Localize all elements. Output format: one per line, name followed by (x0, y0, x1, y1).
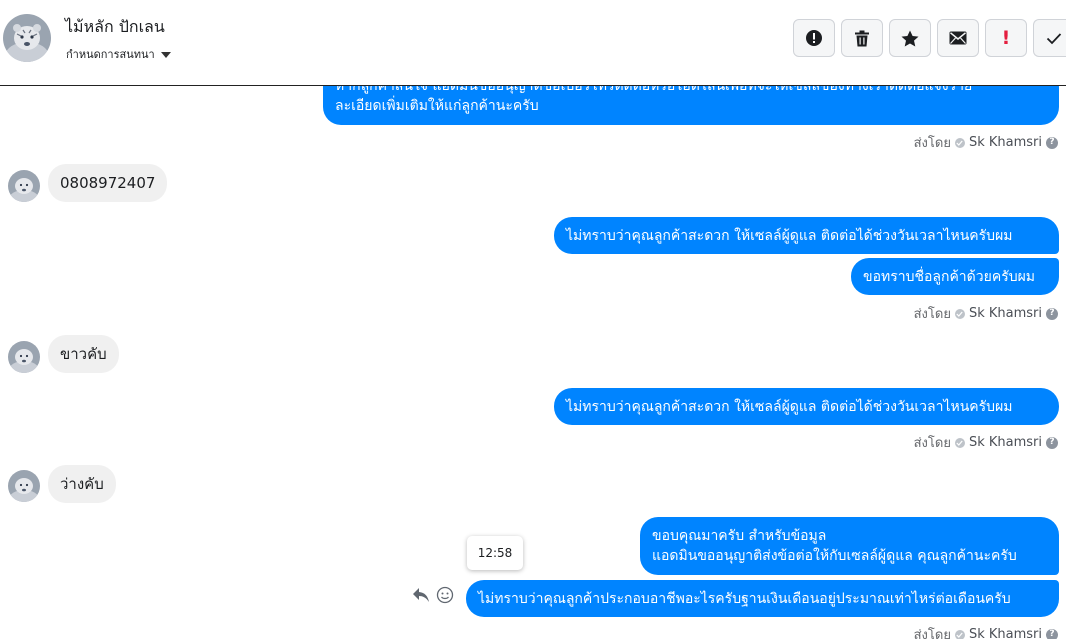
verified-check-icon (954, 629, 965, 639)
report-button[interactable] (793, 19, 835, 57)
message-line: แอดมินขออนุญาติส่งข้อต่อให้กับเซลล์ผู้ดู… (652, 548, 1017, 564)
contact-avatar-small[interactable] (8, 341, 40, 373)
sent-by-label: ส่งโดย Sk Khamsri ? (914, 624, 1058, 639)
message-line: ละเอียดเพิ่มเติมให้แก่ลูกค้านะครับ (335, 98, 539, 114)
agent-name[interactable]: Sk Khamsri (969, 135, 1042, 150)
timestamp-tooltip: 12:58 (467, 536, 523, 570)
sent-by-label: ส่งโดย Sk Khamsri ? (914, 432, 1058, 453)
sent-by-prefix: ส่งโดย (913, 136, 951, 151)
inbox-conversation-view: ไม้หลัก ปักเลน กำหนดการสนทนา ! หากลูกค้า… (0, 0, 1066, 639)
envelope-icon (949, 31, 967, 45)
agent-name[interactable]: Sk Khamsri (969, 306, 1042, 321)
agent-name[interactable]: Sk Khamsri (969, 435, 1042, 450)
outgoing-message[interactable]: ขอบคุณมาครับ สำหรับข้อมูล แอดมินขออนุญาต… (640, 517, 1059, 575)
agent-name[interactable]: Sk Khamsri (969, 627, 1042, 639)
conversation-header: ไม้หลัก ปักเลน กำหนดการสนทนา ! (0, 0, 1066, 86)
mark-unread-button[interactable] (937, 19, 979, 57)
contact-avatar-small[interactable] (8, 170, 40, 202)
delete-button[interactable] (841, 19, 883, 57)
outgoing-message[interactable]: ไม่ทราบว่าคุณลูกค้าสะดวก ให้เซลล์ผู้ดูแล… (554, 388, 1059, 425)
conversation-toolbar: ! (793, 19, 1066, 57)
sent-by-label: ส่งโดย Sk Khamsri ? (914, 132, 1058, 153)
help-icon[interactable]: ? (1046, 307, 1058, 320)
spam-button[interactable]: ! (985, 19, 1027, 57)
outgoing-message[interactable]: หากลูกค้าสนใจ แอดมินขออนุญาตขอเบอร์โทรติ… (323, 86, 1059, 125)
sent-by-prefix: ส่งโดย (913, 307, 951, 322)
checkmark-icon (1046, 32, 1062, 45)
contact-avatar-small[interactable] (8, 470, 40, 502)
chevron-down-icon (160, 51, 171, 58)
message-line: หากลูกค้าสนใจ แอดมินขออนุญาตขอเบอร์โทรติ… (335, 86, 973, 94)
conversation-label-dropdown[interactable]: กำหนดการสนทนา (66, 45, 171, 63)
message-hover-actions (412, 586, 454, 604)
help-icon[interactable]: ? (1046, 628, 1058, 639)
help-icon[interactable]: ? (1046, 136, 1058, 149)
incoming-message[interactable]: ว่างคับ (48, 465, 116, 503)
contact-avatar[interactable] (3, 14, 51, 62)
trash-icon (854, 30, 870, 47)
outgoing-message[interactable]: ขอทราบชื่อลูกค้าด้วยครับผม (851, 258, 1059, 295)
contact-name[interactable]: ไม้หลัก ปักเลน (65, 15, 165, 40)
mark-done-button[interactable] (1033, 19, 1066, 57)
outgoing-message[interactable]: ไม่ทราบว่าคุณลูกค้าประกอบอาชีพอะไรครับฐา… (466, 580, 1059, 617)
emoji-reaction-icon[interactable] (436, 586, 454, 604)
sent-by-prefix: ส่งโดย (913, 436, 951, 451)
star-icon (901, 30, 919, 47)
sent-by-label: ส่งโดย Sk Khamsri ? (914, 303, 1058, 324)
exclamation-icon: ! (1001, 26, 1011, 49)
verified-check-icon (954, 308, 965, 319)
verified-check-icon (954, 437, 965, 448)
message-line: ขอบคุณมาครับ สำหรับข้อมูล (652, 528, 827, 544)
alert-circle-icon (805, 29, 823, 47)
star-button[interactable] (889, 19, 931, 57)
help-icon[interactable]: ? (1046, 436, 1058, 449)
incoming-message[interactable]: ขาวคับ (48, 335, 119, 373)
sent-by-prefix: ส่งโดย (913, 628, 951, 639)
outgoing-message[interactable]: ไม่ทราบว่าคุณลูกค้าสะดวก ให้เซลล์ผู้ดูแล… (554, 217, 1059, 254)
reply-icon[interactable] (412, 587, 430, 603)
incoming-message[interactable]: 0808972407 (48, 164, 168, 202)
label-dropdown-text: กำหนดการสนทนา (66, 48, 155, 61)
verified-check-icon (954, 137, 965, 148)
message-thread: หากลูกค้าสนใจ แอดมินขออนุญาตขอเบอร์โทรติ… (0, 86, 1066, 639)
